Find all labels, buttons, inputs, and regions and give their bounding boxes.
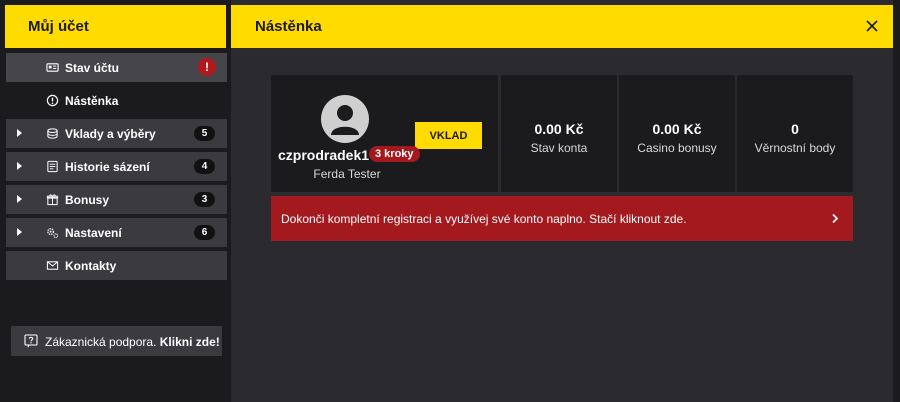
account-sidebar: Můj účet Stav účtu ! Nástěnka Vklady a v… — [0, 0, 231, 402]
sidebar-item-contacts[interactable]: Kontakty — [6, 251, 227, 280]
support-link-text[interactable]: Klikni zde! — [160, 335, 220, 349]
alert-badge: ! — [198, 58, 216, 76]
stat-value: 0 — [791, 121, 799, 137]
count-badge: 3 — [194, 192, 215, 207]
avatar — [321, 95, 369, 143]
steps-badge[interactable]: 3 kroky — [369, 146, 420, 162]
main-header: Nástěnka — [231, 5, 893, 48]
sidebar-item-bonuses[interactable]: Bonusy 3 — [6, 185, 227, 214]
stat-value: 0.00 Kč — [652, 121, 702, 137]
account-menu: Stav účtu ! Nástěnka Vklady a výběry 5 H… — [6, 53, 227, 284]
sidebar-item-dashboard[interactable]: Nástěnka — [6, 86, 227, 115]
sidebar-item-label: Stav účtu — [65, 61, 120, 75]
complete-registration-banner[interactable]: Dokonči kompletní registraci a využívej … — [271, 196, 853, 241]
help-question-icon — [24, 334, 38, 348]
expand-arrow-icon — [17, 129, 22, 137]
stat-value: 0.00 Kč — [534, 121, 584, 137]
gears-icon — [47, 228, 59, 239]
sidebar-item-label: Nástěnka — [65, 94, 119, 108]
count-badge: 5 — [194, 126, 215, 141]
sidebar-item-deposits[interactable]: Vklady a výběry 5 — [6, 119, 227, 148]
sidebar-item-label: Kontakty — [65, 259, 117, 273]
profile-card: VKLAD czprodradek1 3 kroky Ferda Tester — [271, 75, 498, 192]
stat-account-balance: 0.00 Kč Stav konta — [501, 75, 617, 192]
coins-icon — [47, 128, 58, 139]
sidebar-title: Můj účet — [5, 5, 226, 48]
expand-arrow-icon — [17, 228, 22, 236]
expand-arrow-icon — [17, 162, 22, 170]
stat-label: Casino bonusy — [637, 141, 717, 155]
ticket-icon — [47, 160, 58, 173]
stat-label: Věrnostní body — [754, 141, 836, 155]
full-name: Ferda Tester — [313, 167, 381, 181]
gift-icon — [46, 194, 59, 206]
stat-label: Stav konta — [530, 141, 588, 155]
sidebar-item-account-status[interactable]: Stav účtu ! — [6, 53, 227, 82]
id-card-icon — [46, 63, 59, 72]
chevron-right-icon — [832, 213, 839, 224]
info-circle-icon — [46, 94, 59, 107]
sidebar-item-settings[interactable]: Nastavení 6 — [6, 218, 227, 247]
username: czprodradek1 — [278, 147, 370, 163]
support-link[interactable]: Zákaznická podpora. Klikni zde! — [11, 326, 222, 356]
banner-text: Dokonči kompletní registraci a využívej … — [281, 212, 687, 226]
panel-edge — [893, 0, 900, 402]
sidebar-item-label: Vklady a výběry — [65, 127, 156, 141]
page-title: Nástěnka — [255, 18, 322, 35]
deposit-button[interactable]: VKLAD — [415, 122, 482, 149]
envelope-icon — [46, 261, 59, 270]
count-badge: 4 — [194, 159, 215, 174]
support-text: Zákaznická podpora. Klikni zde! — [45, 335, 220, 349]
sidebar-item-label: Bonusy — [65, 193, 110, 207]
sidebar-item-label: Nastavení — [65, 226, 122, 240]
stat-casino-bonus: 0.00 Kč Casino bonusy — [619, 75, 735, 192]
close-icon[interactable] — [865, 19, 879, 33]
count-badge: 6 — [194, 225, 215, 240]
stat-loyalty-points: 0 Věrnostní body — [737, 75, 853, 192]
sidebar-item-label: Historie sázení — [65, 160, 150, 174]
expand-arrow-icon — [17, 195, 22, 203]
sidebar-item-betting-history[interactable]: Historie sázení 4 — [6, 152, 227, 181]
